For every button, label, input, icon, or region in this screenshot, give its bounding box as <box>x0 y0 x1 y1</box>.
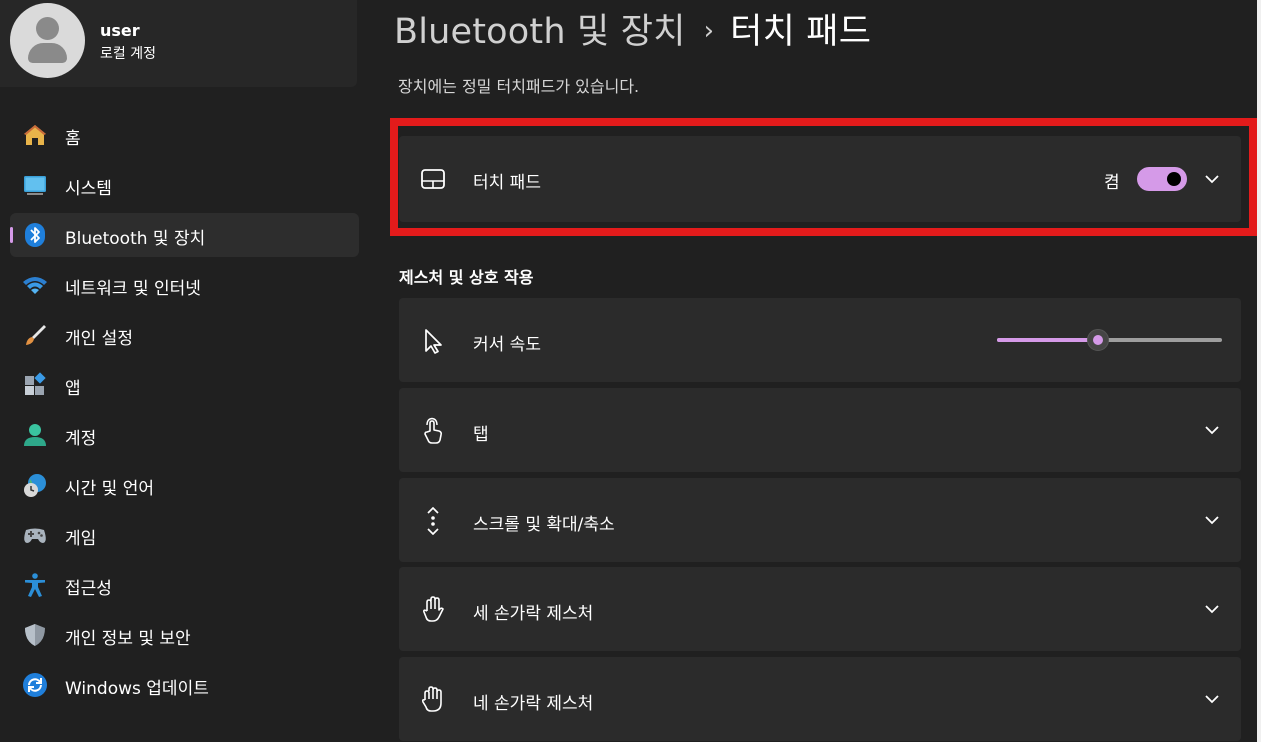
sidebar-item-system[interactable]: 시스템 <box>10 163 359 207</box>
shield-icon <box>25 624 45 646</box>
scroll-zoom-card[interactable]: 스크롤 및 확대/축소 <box>399 478 1241 562</box>
sidebar-item-windows-update[interactable]: Windows 업데이트 <box>10 663 359 707</box>
gamepad-icon <box>24 528 46 543</box>
sidebar-item-accessibility[interactable]: 접근성 <box>10 563 359 607</box>
breadcrumb-parent[interactable]: Bluetooth 및 장치 <box>394 12 686 52</box>
accessibility-icon <box>25 573 45 597</box>
globe-clock-icon <box>24 474 46 497</box>
bluetooth-icon <box>25 223 45 247</box>
sidebar-item-apps[interactable]: 앱 <box>10 363 359 407</box>
person-icon <box>24 424 46 446</box>
tap-label: 탭 <box>473 425 489 445</box>
sidebar-item-home[interactable]: 홈 <box>10 113 359 157</box>
three-finger-label: 세 손가락 제스처 <box>473 604 594 624</box>
sidebar-item-label: Bluetooth 및 장치 <box>65 229 206 249</box>
user-profile[interactable]: user 로컬 계정 <box>0 0 357 87</box>
window-edge <box>1257 0 1261 742</box>
sidebar-item-privacy-security[interactable]: 개인 정보 및 보안 <box>10 613 359 657</box>
sidebar-item-label: 게임 <box>65 529 97 549</box>
paintbrush-icon <box>26 325 46 345</box>
user-name: user <box>100 21 140 40</box>
highlight-box <box>390 118 1257 236</box>
three-finger-card[interactable]: 세 손가락 제스처 <box>399 567 1241 651</box>
sidebar-item-label: 홈 <box>65 129 81 149</box>
sidebar: user 로컬 계정 홈 시스템 Bluetooth 및 장치 네트워크 및 인… <box>0 0 370 742</box>
home-icon <box>24 125 46 145</box>
four-finger-hand-icon <box>421 686 442 712</box>
cursor-speed-label: 커서 속도 <box>473 335 541 355</box>
sidebar-item-label: 개인 설정 <box>65 329 133 349</box>
chevron-down-icon[interactable] <box>1203 690 1221 708</box>
sidebar-item-accounts[interactable]: 계정 <box>10 413 359 457</box>
sidebar-item-label: 네트워크 및 인터넷 <box>65 279 201 299</box>
cursor-speed-card: 커서 속도 <box>399 298 1241 382</box>
page-title: Bluetooth 및 장치 › 터치 패드 <box>394 3 871 54</box>
sidebar-item-label: 시간 및 언어 <box>65 479 155 499</box>
scroll-zoom-label: 스크롤 및 확대/축소 <box>473 515 615 535</box>
sidebar-item-bluetooth[interactable]: Bluetooth 및 장치 <box>10 213 359 257</box>
section-heading: 제스처 및 상호 작용 <box>399 268 534 287</box>
four-finger-label: 네 손가락 제스처 <box>473 694 594 714</box>
active-indicator <box>10 227 13 243</box>
sidebar-item-label: 개인 정보 및 보안 <box>65 629 191 649</box>
sidebar-item-label: 앱 <box>65 379 81 399</box>
four-finger-card[interactable]: 네 손가락 제스처 <box>399 657 1241 741</box>
avatar <box>10 3 85 78</box>
sidebar-item-time-language[interactable]: 시간 및 언어 <box>10 463 359 507</box>
wifi-icon <box>23 277 47 294</box>
tap-card[interactable]: 탭 <box>399 388 1241 472</box>
chevron-down-icon[interactable] <box>1203 600 1221 618</box>
three-finger-hand-icon <box>423 596 444 622</box>
cursor-speed-slider-thumb[interactable] <box>1087 329 1110 351</box>
apps-icon <box>25 372 46 395</box>
update-icon <box>23 673 47 697</box>
account-type: 로컬 계정 <box>100 46 156 62</box>
monitor-icon <box>24 176 46 195</box>
page-description: 장치에는 정밀 터치패드가 있습니다. <box>398 77 640 96</box>
sidebar-item-label: 접근성 <box>65 579 112 599</box>
chevron-down-icon[interactable] <box>1203 421 1221 439</box>
main-content: Bluetooth 및 장치 › 터치 패드 장치에는 정밀 터치패드가 있습니다.… <box>370 0 1261 742</box>
cursor-icon <box>425 329 442 354</box>
breadcrumb-separator: › <box>703 16 715 46</box>
scroll-icon <box>427 507 439 535</box>
sidebar-item-label: Windows 업데이트 <box>65 679 209 699</box>
cursor-speed-fill <box>997 338 1099 342</box>
sidebar-item-label: 시스템 <box>65 179 112 199</box>
sidebar-item-gaming[interactable]: 게임 <box>10 513 359 557</box>
chevron-down-icon[interactable] <box>1203 511 1221 529</box>
sidebar-item-label: 계정 <box>65 429 97 449</box>
sidebar-item-personalization[interactable]: 개인 설정 <box>10 313 359 357</box>
tap-icon <box>424 417 443 444</box>
breadcrumb-current: 터치 패드 <box>730 12 872 52</box>
sidebar-item-network[interactable]: 네트워크 및 인터넷 <box>10 263 359 307</box>
